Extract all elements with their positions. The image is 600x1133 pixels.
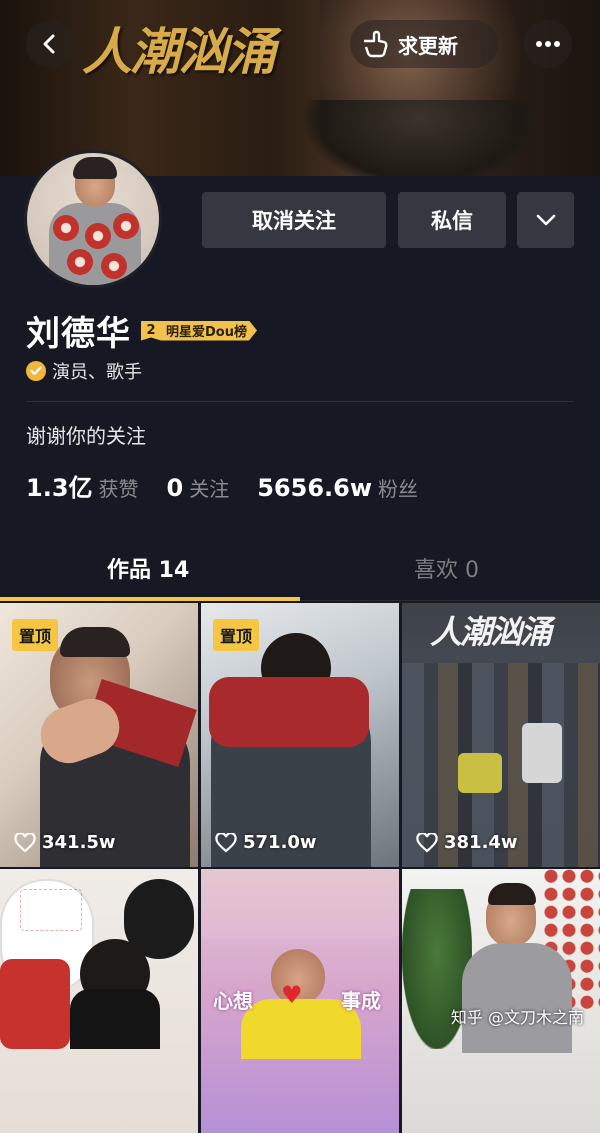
tile-overlay-text: 事成 — [341, 989, 381, 1013]
tile-person-scarf — [209, 677, 369, 747]
tab-likes[interactable]: 喜欢 0 — [414, 552, 479, 584]
back-button[interactable] — [26, 20, 74, 68]
banner-title: 人潮汹涌 — [82, 22, 276, 81]
chevron-left-icon — [43, 34, 55, 54]
avatar[interactable] — [24, 150, 162, 288]
heart-outline-icon — [416, 832, 438, 852]
video-tile[interactable] — [402, 869, 600, 1133]
stats-row: 1.3亿 获赞 0 关注 5656.6w 粉丝 — [26, 468, 446, 503]
banner-photo-coat — [300, 100, 540, 176]
avatar-pattern — [113, 213, 139, 239]
verified-check-icon — [26, 361, 46, 381]
tile-likes-count: 571.0w — [243, 832, 317, 853]
tile-likes: 571.0w — [215, 832, 317, 853]
tile-person-hair — [488, 883, 536, 905]
avatar-pattern — [101, 253, 127, 279]
unfollow-button[interactable]: 取消关注 — [202, 192, 386, 248]
name-row: 刘德华 2 明星爱Dou榜 — [26, 306, 257, 355]
tile-likes: 341.5w — [14, 832, 116, 853]
video-tile[interactable] — [0, 869, 198, 1133]
tile-red-decor — [0, 959, 70, 1049]
video-tile[interactable]: 置顶 571.0w — [201, 603, 399, 867]
hand-pointing-icon — [364, 30, 388, 58]
divider — [26, 401, 574, 402]
following-label[interactable]: 关注 — [189, 473, 229, 502]
following-count[interactable]: 0 — [167, 474, 184, 502]
tile-person-sweater — [462, 943, 572, 1053]
heart-outline-icon — [14, 832, 36, 852]
heart-outline-icon — [215, 832, 237, 852]
message-button[interactable]: 私信 — [398, 192, 506, 248]
request-update-button[interactable]: 求更新 — [350, 20, 498, 68]
tile-likes-count: 381.4w — [444, 832, 518, 853]
chevron-down-icon — [536, 214, 555, 226]
pinned-badge: 置顶 — [213, 619, 260, 651]
rank-number: 2 — [141, 320, 161, 341]
heart-icon: ♥ — [281, 981, 303, 1009]
verified-text: 演员、歌手 — [52, 362, 142, 383]
pinned-badge: 置顶 — [12, 619, 59, 651]
tile-overlay-text: 心想 — [213, 989, 253, 1013]
recommend-dropdown-button[interactable] — [517, 192, 574, 248]
bio-text: 谢谢你的关注 — [26, 424, 146, 448]
request-update-label: 求更新 — [398, 33, 458, 58]
likes-count: 1.3亿 — [26, 474, 93, 502]
video-tile[interactable]: 人潮汹涌 381.4w — [402, 603, 600, 867]
rank-label: 明星爱Dou榜 — [161, 321, 257, 341]
tab-works[interactable]: 作品 14 — [107, 552, 189, 584]
followers-label[interactable]: 粉丝 — [378, 473, 418, 502]
tile-blurred-top — [201, 869, 399, 939]
video-tile[interactable]: ♥ 心想 事成 — [201, 869, 399, 1133]
tile-poster-title: 人潮汹涌 — [430, 613, 552, 651]
avatar-pattern — [85, 223, 111, 249]
tile-likes: 381.4w — [416, 832, 518, 853]
avatar-hair — [73, 157, 117, 179]
tile-person-hair — [60, 627, 130, 657]
tile-person-body — [70, 989, 160, 1049]
tab-active-indicator — [0, 597, 300, 601]
video-tile[interactable]: 置顶 341.5w — [0, 603, 198, 867]
tile-decoration — [20, 889, 82, 931]
tile-poster-figure — [522, 723, 562, 783]
profile-name: 刘德华 — [26, 314, 131, 354]
tile-poster-figure — [458, 753, 502, 793]
more-dots-icon — [536, 41, 560, 47]
avatar-pattern — [53, 215, 79, 241]
verified-row: 演员、歌手 — [26, 358, 142, 384]
watermark: 知乎 @文刀木之南 — [450, 1008, 584, 1027]
more-options-button[interactable] — [524, 20, 572, 68]
avatar-pattern — [67, 249, 93, 275]
followers-count[interactable]: 5656.6w — [257, 474, 372, 502]
tile-likes-count: 341.5w — [42, 832, 116, 853]
likes-label: 获赞 — [98, 477, 139, 501]
star-rank-badge[interactable]: 2 明星爱Dou榜 — [141, 320, 257, 342]
